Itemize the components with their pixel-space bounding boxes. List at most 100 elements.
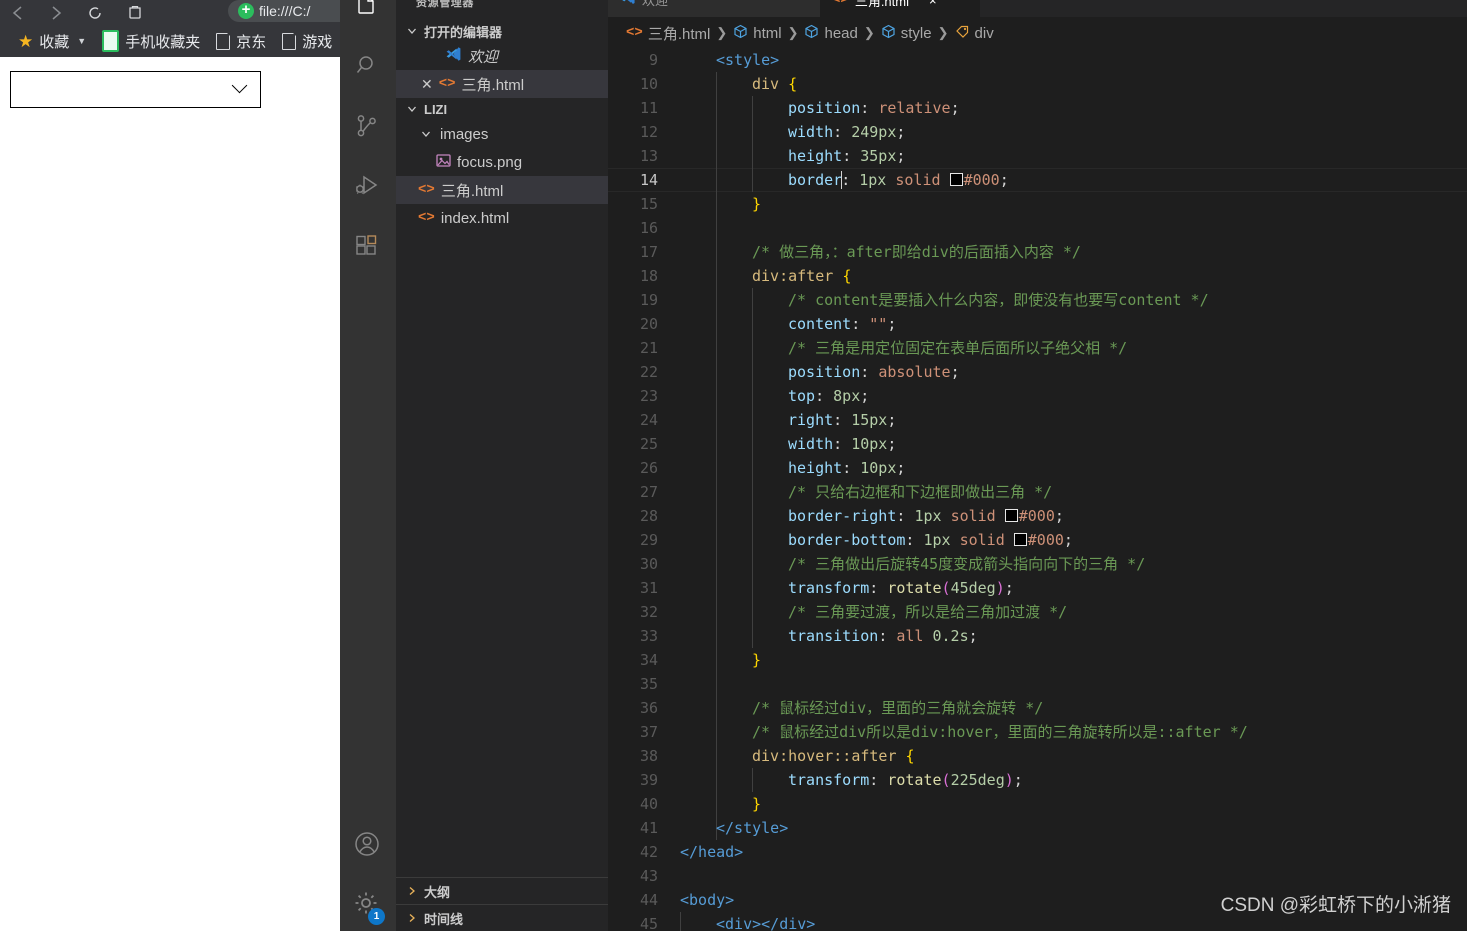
breadcrumb-item-file[interactable]: <> 三角.html [626,23,710,44]
code-line[interactable]: 39 transform: rotate(225deg); [608,768,1467,792]
code-line[interactable]: 29 border-bottom: 1px solid #000; [608,528,1467,552]
code-line[interactable]: 31 transform: rotate(45deg); [608,576,1467,600]
bookmark-jd[interactable]: 京东 [208,31,274,52]
code-line[interactable]: 38 div:hover::after { [608,744,1467,768]
open-editor-welcome[interactable]: 欢迎 [396,42,608,70]
reload-icon[interactable] [86,4,104,22]
close-icon[interactable]: × [929,0,937,8]
bookmark-games[interactable]: 游戏 [274,31,340,52]
activity-search[interactable] [338,42,396,90]
code-editor[interactable]: 9 <style> 10 div { 11 position: relative; 1… [608,48,1467,931]
tree-item-sanjiao-html[interactable]: <> 三角.html [396,176,608,204]
bookmark-mobile[interactable]: 手机收藏夹 [94,30,208,52]
csdn-watermark: CSDN @彩虹桥下的小淅猪 [1220,895,1451,916]
tree-item-label: index.html [440,209,510,227]
section-workspace-lizi[interactable]: LIZI [396,98,608,120]
code-line[interactable]: 25 width: 10px; [608,432,1467,456]
back-arrow-icon[interactable] [10,5,26,21]
html-icon: <> [438,76,456,92]
section-open-editors[interactable]: 打开的编辑器 [396,20,608,42]
html-icon: <> [418,182,435,198]
html-icon: <> [832,0,849,8]
forward-arrow-icon[interactable] [48,5,64,21]
code-line[interactable]: 21 /* 三角是用定位固定在表单后面所以子绝父相 */ [608,336,1467,360]
color-swatch [1004,509,1018,522]
open-editor-sanjiao-html[interactable]: ✕ <> 三角.html [396,70,608,98]
code-line[interactable]: 17 /* 做三角，：after即给div的后面插入内容 */ [608,240,1467,264]
activity-settings[interactable]: 1 [338,880,396,928]
open-editor-label: 三角.html [461,76,525,94]
code-line[interactable]: 30 /* 三角做出后旋转45度变成箭头指向向下的三角 */ [608,552,1467,576]
activity-run-debug[interactable] [338,162,396,210]
tree-item-index-html[interactable]: <> index.html [396,204,608,232]
activity-accounts[interactable] [338,820,396,868]
tab-sanjiao-html[interactable]: <> 三角.html × [820,0,980,17]
sidebar-title: 资源管理器 [416,0,474,9]
breadcrumb-item-div[interactable]: div [955,24,994,42]
color-swatch [1013,533,1027,546]
code-line[interactable]: 40} [608,792,1467,816]
browser-page-content [0,57,340,931]
trash-icon[interactable] [126,4,144,22]
activity-source-control[interactable] [338,102,396,150]
code-line[interactable]: 20 content: ""; [608,312,1467,336]
chevron-down-icon [418,126,434,142]
sidebar-bottom-panels: 大纲 时间线 [396,877,608,931]
code-line[interactable]: 18 div:after { [608,264,1467,288]
tree-item-images[interactable]: images [396,120,608,148]
branch-icon [354,113,380,139]
code-line[interactable]: 10 div { [608,72,1467,96]
line-number: 10 [639,75,658,93]
line-number: 13 [639,147,658,165]
line-number: 30 [639,555,658,573]
breadcrumb-item-html[interactable]: html [733,24,782,42]
activity-explorer[interactable] [338,0,396,30]
panel-timeline[interactable]: 时间线 [396,904,608,931]
code-line[interactable]: 37 /* 鼠标经过div所以是div:hover，里面的三角旋转所以是::aft… [608,720,1467,744]
code-line[interactable]: 12 width: 249px; [608,120,1467,144]
line-number: 36 [639,699,658,717]
line-number: 15 [639,195,658,213]
code-line[interactable]: 43 [608,864,1467,888]
code-line[interactable]: 36 /* 鼠标经过div，里面的三角就会旋转 */ [608,696,1467,720]
code-line[interactable]: 11 position: relative; [608,96,1467,120]
code-line[interactable]: 13 height: 35px; [608,144,1467,168]
line-number: 16 [639,219,658,237]
search-icon [354,53,380,79]
line-number: 35 [639,675,658,693]
breadcrumb-item-head[interactable]: head [804,24,858,42]
code-line[interactable]: 15} [608,192,1467,216]
code-line[interactable]: 32 /* 三角要过渡，所以是给三角加过渡 */ [608,600,1467,624]
tab-welcome[interactable]: 欢迎 [608,0,820,17]
demo-select-box[interactable] [10,71,261,108]
code-line[interactable]: 23 top: 8px; [608,384,1467,408]
chevron-right-icon: ❯ [787,25,799,40]
tree-item-focus-png[interactable]: focus.png [396,148,608,176]
chevron-down-icon [404,101,420,117]
breadcrumb-item-style[interactable]: style [881,24,932,42]
code-line[interactable]: 9 <style> [608,48,1467,72]
code-line[interactable]: 24 right: 15px; [608,408,1467,432]
line-number: 25 [639,435,658,453]
tree-item-label: focus.png [457,153,523,171]
bookmark-favorites[interactable]: ★ 收藏 ▼ [10,31,94,52]
code-line[interactable]: 27 /* 只给右边框和下边框即做出三角 */ [608,480,1467,504]
activity-extensions[interactable] [338,222,396,270]
code-line[interactable]: 41 </style> [608,816,1467,840]
code-line[interactable]: 33 transition: all 0.2s; [608,624,1467,648]
star-icon: ★ [18,31,34,51]
code-line[interactable]: 16 [608,216,1467,240]
code-line-active[interactable]: 14 border: 1px solid #000; [608,168,1467,192]
code-line[interactable]: 19 /* content是要插入什么内容，即使没有也要写content */ [608,288,1467,312]
comment-text: /* content是要插入什么内容，即使没有也要写content */ [788,291,1209,309]
code-line[interactable]: 42 </head> [608,840,1467,864]
code-line[interactable]: 26 height: 10px; [608,456,1467,480]
panel-outline[interactable]: 大纲 [396,877,608,904]
code-line[interactable]: 22 position: absolute; [608,360,1467,384]
panel-label: 时间线 [424,911,464,927]
code-line[interactable]: 35 [608,672,1467,696]
code-line[interactable]: 28 border-right: 1px solid #000; [608,504,1467,528]
code-line[interactable]: 34} [608,648,1467,672]
address-bar[interactable]: file:///C:/ [228,0,340,22]
close-icon[interactable]: ✕ [421,76,433,93]
